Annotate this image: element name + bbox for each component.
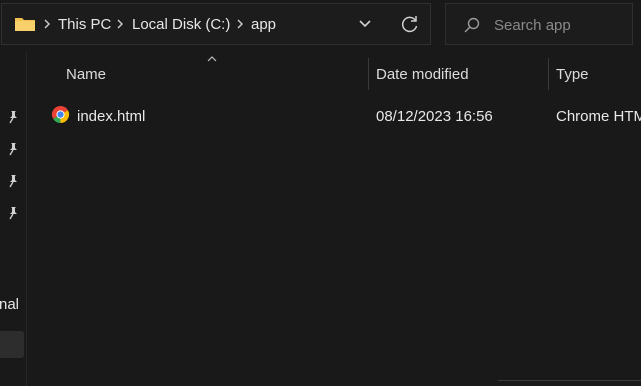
pin-icon[interactable] [6, 142, 20, 156]
navigation-pane: nal [0, 52, 27, 386]
search-box[interactable] [445, 3, 633, 45]
sort-up-icon [207, 56, 217, 62]
breadcrumb-this-pc[interactable]: This PC [58, 16, 111, 33]
column-header-type[interactable]: Type [556, 66, 589, 83]
column-divider[interactable] [368, 58, 369, 90]
pin-icon[interactable] [6, 110, 20, 124]
column-header-date-modified[interactable]: Date modified [376, 66, 469, 83]
file-name[interactable]: index.html [77, 108, 145, 125]
column-header-name[interactable]: Name [66, 66, 106, 83]
file-row[interactable]: index.html 08/12/2023 16:56 Chrome HTM [38, 100, 641, 132]
file-date-modified: 08/12/2023 16:56 [376, 108, 493, 125]
nav-item-label[interactable]: nal [0, 296, 19, 313]
chrome-icon [51, 105, 70, 124]
chevron-right-icon[interactable] [115, 16, 125, 32]
breadcrumb-local-disk[interactable]: Local Disk (C:) [132, 16, 230, 33]
search-input[interactable] [494, 14, 624, 36]
folder-icon [15, 18, 35, 31]
column-divider[interactable] [548, 58, 549, 90]
breadcrumb-app[interactable]: app [251, 16, 276, 33]
pin-icon[interactable] [6, 206, 20, 220]
nav-item-selected[interactable] [0, 331, 24, 358]
scrollbar-edge [498, 380, 641, 381]
chevron-right-icon[interactable] [235, 16, 245, 32]
file-type: Chrome HTM [556, 108, 641, 125]
chevron-down-icon[interactable] [358, 17, 372, 31]
search-icon [464, 17, 480, 33]
address-bar[interactable]: This PC Local Disk (C:) app [1, 3, 431, 45]
refresh-icon[interactable] [400, 14, 420, 34]
chevron-right-icon[interactable] [42, 16, 52, 32]
pin-icon[interactable] [6, 174, 20, 188]
